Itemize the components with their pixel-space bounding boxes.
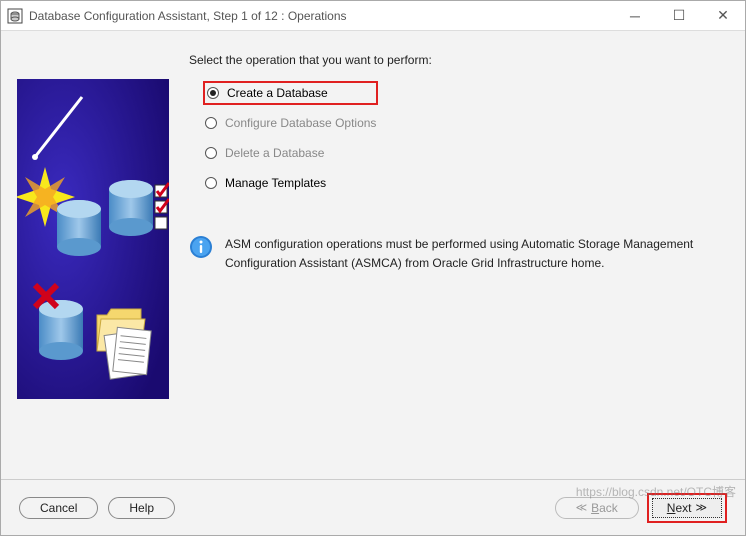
help-button[interactable]: Help	[108, 497, 175, 519]
instruction-text: Select the operation that you want to pe…	[189, 53, 729, 67]
window: Database Configuration Assistant, Step 1…	[0, 0, 746, 536]
radio-label: Configure Database Options	[225, 116, 376, 130]
sidebar	[17, 51, 169, 471]
info-message: ASM configuration operations must be per…	[189, 235, 729, 273]
radio-icon	[205, 147, 217, 159]
watermark: https://blog.csdn.net/OTC博客	[576, 483, 736, 500]
wizard-illustration	[17, 79, 169, 399]
option-create-database[interactable]: Create a Database	[203, 81, 378, 105]
next-button[interactable]: Next ≫	[652, 498, 722, 518]
maximize-button[interactable]: ☐	[657, 1, 701, 30]
app-icon	[7, 8, 23, 24]
window-controls: ─ ☐ ✕	[613, 1, 745, 30]
chevron-right-icon: ≫	[695, 501, 707, 514]
cancel-button[interactable]: Cancel	[19, 497, 98, 519]
radio-icon	[205, 177, 217, 189]
close-button[interactable]: ✕	[701, 1, 745, 30]
radio-icon	[207, 87, 219, 99]
info-icon	[189, 235, 213, 259]
radio-label: Create a Database	[227, 86, 328, 100]
info-text: ASM configuration operations must be per…	[225, 235, 729, 273]
content-area: Select the operation that you want to pe…	[1, 31, 745, 479]
radio-label: Manage Templates	[225, 176, 326, 190]
chevron-left-icon: ≪	[576, 501, 588, 514]
option-configure-database[interactable]: Configure Database Options	[203, 111, 729, 135]
radio-label: Delete a Database	[225, 146, 324, 160]
option-manage-templates[interactable]: Manage Templates	[203, 171, 729, 195]
option-delete-database[interactable]: Delete a Database	[203, 141, 729, 165]
radio-icon	[205, 117, 217, 129]
operation-options: Create a Database Configure Database Opt…	[203, 81, 729, 195]
main-panel: Select the operation that you want to pe…	[189, 51, 729, 471]
minimize-button[interactable]: ─	[613, 1, 657, 30]
window-title: Database Configuration Assistant, Step 1…	[29, 9, 613, 23]
titlebar: Database Configuration Assistant, Step 1…	[1, 1, 745, 31]
